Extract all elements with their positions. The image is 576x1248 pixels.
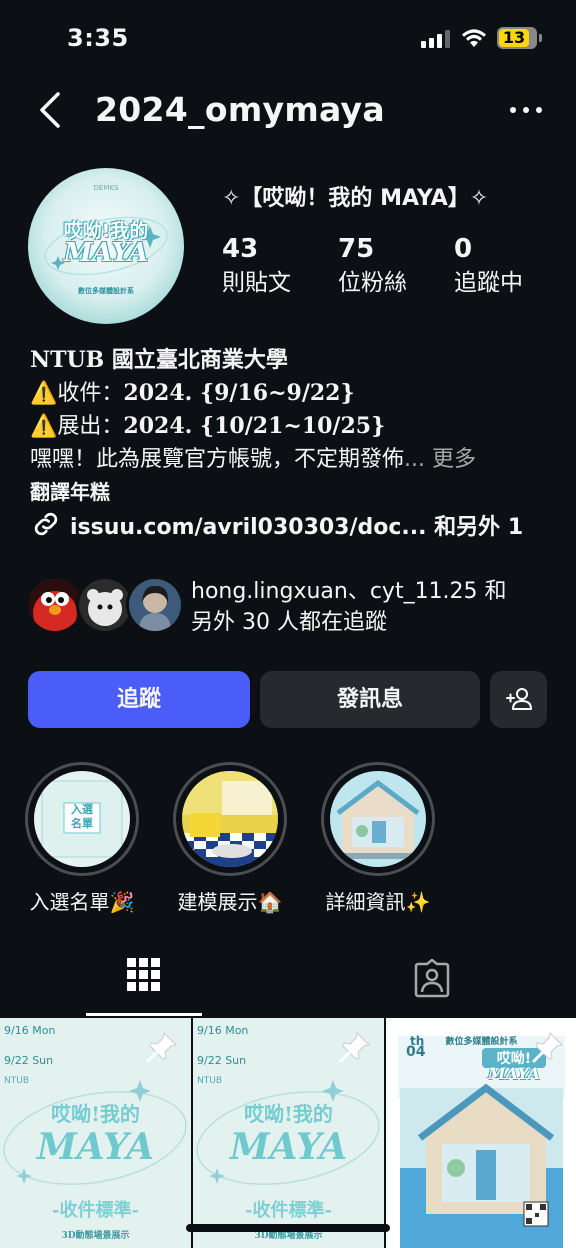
status-bar: 3:35 13 xyxy=(0,0,576,76)
more-link[interactable]: ... 更多 xyxy=(404,447,476,472)
tagged-person-icon xyxy=(414,958,450,998)
pinned-icon xyxy=(339,1031,371,1063)
cellular-signal-icon xyxy=(421,30,451,48)
following-stat[interactable]: 0 追蹤中 xyxy=(454,232,523,300)
tab-posts-grid[interactable] xyxy=(86,940,202,1016)
posts-grid: 9/16 Mon 9/22 Sun NTUB 哎呦!我的 MAYA -收件標準-… xyxy=(0,1018,576,1248)
bio-line-exhibition: ⚠️展出：2024. {10/21~10/25} xyxy=(30,413,386,439)
bio-line-description: 嘿嘿！此為展覽官方帳號，不定期發佈... 更多 xyxy=(30,446,476,472)
status-time: 3:35 xyxy=(67,24,129,52)
back-arrow-icon[interactable] xyxy=(34,90,70,130)
grid-icon xyxy=(127,958,160,991)
display-name: ✧【哎呦！我的 MAYA】✧ xyxy=(222,186,489,211)
follower-avatar xyxy=(126,576,184,634)
profile-header: 2024_omymaya xyxy=(0,82,576,142)
warning-icon: ⚠️ xyxy=(30,414,58,439)
highlight-label: 建模展示🏠 xyxy=(177,890,283,914)
pinned-icon xyxy=(532,1031,564,1063)
highlight-label: 入選名單🎉 xyxy=(29,890,135,914)
posts-stat[interactable]: 43 則貼文 xyxy=(222,232,291,300)
bio-line-school: NTUB 國立臺北商業大學 xyxy=(30,347,288,373)
highlight-label: 詳細資訊✨ xyxy=(325,890,431,914)
follow-button[interactable]: 追蹤 xyxy=(28,671,250,728)
link-icon xyxy=(34,512,58,536)
suggested-people-button[interactable] xyxy=(490,671,547,728)
post-thumbnail[interactable]: 9/16 Mon 9/22 Sun NTUB 哎呦!我的 MAYA -收件標準-… xyxy=(0,1018,191,1248)
more-options-icon[interactable] xyxy=(506,98,546,122)
bio: NTUB 國立臺北商業大學 ⚠️收件：2024. {9/16~9/22} ⚠️展… xyxy=(30,344,550,509)
mutual-followers-text: hong.lingxuan、cyt_11.25 和 另外 30 人都在追蹤 xyxy=(191,579,507,635)
pinned-icon xyxy=(146,1031,178,1063)
battery-icon: 13 xyxy=(497,27,542,49)
bio-line-submission: ⚠️收件：2024. {9/16~9/22} xyxy=(30,379,355,406)
add-person-icon xyxy=(505,688,532,710)
highlight-selected-list[interactable]: 入選 名單 入選名單🎉 xyxy=(22,762,142,915)
post-thumbnail[interactable]: 數位多媒體設計系 th 04 哎呦! MAYA xyxy=(386,1018,576,1248)
highlight-details[interactable]: 詳細資訊✨ xyxy=(318,762,438,915)
home-indicator[interactable] xyxy=(186,1224,390,1232)
bio-link[interactable]: issuu.com/avril030303/doc... 和另外 1 xyxy=(30,508,523,544)
profile-tabs xyxy=(0,940,576,1018)
post-thumbnail[interactable]: 9/16 Mon 9/22 Sun NTUB 哎呦!我的 MAYA -收件標準-… xyxy=(193,1018,384,1248)
tab-tagged[interactable] xyxy=(374,940,490,1016)
highlight-model-showcase[interactable]: 建模展示🏠 xyxy=(170,762,290,915)
translate-link[interactable]: 翻譯年糕 xyxy=(30,476,550,509)
message-button[interactable]: 發訊息 xyxy=(260,671,480,728)
mutual-followers[interactable]: hong.lingxuan、cyt_11.25 和 另外 30 人都在追蹤 xyxy=(26,574,556,640)
avatar[interactable]: DEMKS 哎呦!我的 MAYA 數位多媒體設計系 xyxy=(28,168,184,324)
wifi-icon xyxy=(462,29,486,47)
warning-icon: ⚠️ xyxy=(30,380,58,406)
profile-username: 2024_omymaya xyxy=(95,90,385,129)
followers-stat[interactable]: 75 位粉絲 xyxy=(338,232,407,300)
